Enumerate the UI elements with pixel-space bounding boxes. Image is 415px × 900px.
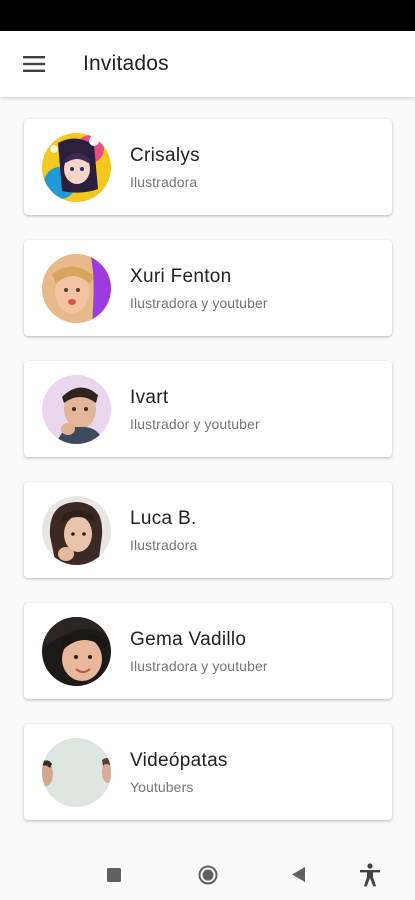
guest-card-crisalys[interactable]: Crisalys Ilustradora <box>24 119 392 215</box>
guest-card-luca-b[interactable]: Luca B. Ilustradora <box>24 482 392 578</box>
guest-name: Ivart <box>130 387 169 408</box>
guest-card-xuri-fenton[interactable]: Xuri Fenton Ilustradora y youtuber <box>24 240 392 336</box>
accessibility-button[interactable] <box>345 849 395 900</box>
guest-role: Youtubers <box>130 779 194 795</box>
home-button[interactable] <box>183 849 233 900</box>
guest-name: Luca B. <box>130 508 197 529</box>
avatar <box>42 375 111 444</box>
guest-name: Gema Vadillo <box>130 629 247 650</box>
triangle-back-icon <box>292 867 305 882</box>
accessibility-icon <box>360 862 380 887</box>
square-recents-icon <box>107 867 121 882</box>
guest-list: Crisalys Ilustradora Xuri Fenton Ilustra… <box>0 97 415 849</box>
avatar <box>42 738 111 807</box>
page-title: Invitados <box>83 52 169 75</box>
guest-name: Videópatas <box>130 750 228 771</box>
guest-card-ivart[interactable]: Ivart Ilustrador y youtuber <box>24 361 392 457</box>
circle-home-icon <box>198 865 218 884</box>
avatar <box>42 133 111 202</box>
status-bar <box>0 0 415 31</box>
menu-button[interactable] <box>21 51 47 77</box>
guest-role: Ilustradora <box>130 537 198 553</box>
guest-role: Ilustradora y youtuber <box>130 295 268 311</box>
avatar <box>42 617 111 686</box>
guest-name: Xuri Fenton <box>130 266 232 287</box>
guest-role: Ilustrador y youtuber <box>130 416 260 432</box>
guest-card-gema-vadillo[interactable]: Gema Vadillo Ilustradora y youtuber <box>24 603 392 699</box>
guest-role: Ilustradora <box>130 174 198 190</box>
hamburger-menu-icon <box>23 56 45 72</box>
app-bar: Invitados <box>0 31 415 97</box>
avatar <box>42 496 111 565</box>
guest-role: Ilustradora y youtuber <box>130 658 268 674</box>
system-navigation-bar <box>0 849 415 900</box>
avatar <box>42 254 111 323</box>
guest-name: Crisalys <box>130 145 200 166</box>
guest-card-videopatas[interactable]: Videópatas Youtubers <box>24 724 392 820</box>
recents-button[interactable] <box>89 849 139 900</box>
back-button[interactable] <box>274 849 324 900</box>
